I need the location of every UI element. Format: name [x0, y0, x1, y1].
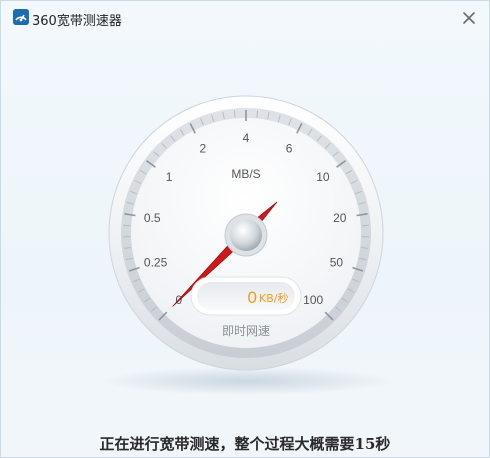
unit-label: MB/S: [231, 167, 260, 181]
gauge-shadow: [101, 367, 391, 395]
needle-hub: [230, 219, 262, 251]
scale-label: 50: [330, 255, 344, 269]
scale-label: 2: [200, 141, 207, 155]
speed-unit: KB/秒: [259, 291, 288, 305]
scale-label: 20: [333, 211, 347, 225]
speed-gauge: 00.250.51246102050100 MB/S 0 KB/秒 即时网速: [101, 95, 391, 395]
scale-label: 1: [166, 170, 173, 184]
minor-tick: [233, 110, 236, 118]
scale-label: 6: [286, 141, 293, 155]
status-message: 正在进行宽带测速，整个过程大概需要15秒: [99, 435, 391, 453]
minor-tick: [256, 110, 259, 118]
scale-label: 4: [243, 131, 250, 145]
speedtest-window: 360宽带测速器 0.25 0.5 1 2 4 6 10 20 50 100 M…: [0, 0, 490, 458]
speed-caption: 即时网速: [222, 324, 270, 338]
scale-label: 10: [316, 170, 330, 184]
scale-label: 0.5: [144, 211, 161, 225]
speed-value: 0: [248, 288, 257, 307]
scale-label: 100: [303, 293, 323, 307]
scale-label: 0.25: [144, 255, 168, 269]
